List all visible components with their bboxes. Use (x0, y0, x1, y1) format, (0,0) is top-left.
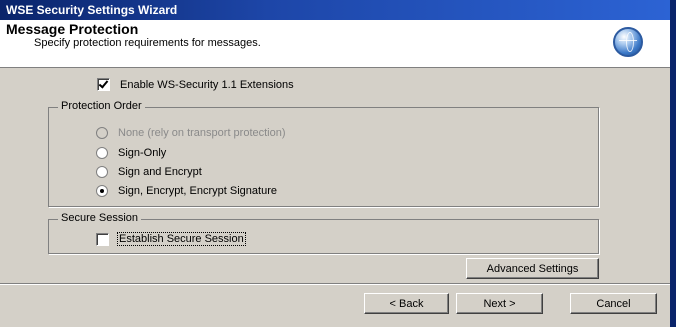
page-subtitle: Specify protection requirements for mess… (34, 37, 261, 49)
enable-ws11-checkbox-row[interactable]: Enable WS-Security 1.1 Extensions (97, 78, 294, 91)
radio-sign-and-encrypt-label: Sign and Encrypt (118, 166, 202, 178)
window-title: WSE Security Settings Wizard (6, 3, 178, 17)
radio-sign-and-encrypt[interactable]: Sign and Encrypt (96, 166, 202, 178)
establish-session-checkbox[interactable] (96, 232, 109, 246)
cancel-button[interactable]: Cancel (570, 293, 657, 314)
radio-sign-encrypt-signature[interactable]: Sign, Encrypt, Encrypt Signature (96, 185, 277, 197)
radio-none-button (96, 127, 108, 139)
radio-sign-encrypt-signature-label: Sign, Encrypt, Encrypt Signature (118, 185, 277, 197)
next-button[interactable]: Next > (456, 293, 543, 314)
enable-ws11-label: Enable WS-Security 1.1 Extensions (120, 78, 294, 91)
secure-session-group: Secure Session Establish Secure Session (48, 212, 599, 254)
establish-session-label: Establish Secure Session (117, 232, 246, 246)
radio-sign-and-encrypt-button[interactable] (96, 166, 108, 178)
radio-sign-only[interactable]: Sign-Only (96, 147, 166, 159)
window-edge (670, 0, 676, 327)
protection-order-group: Protection Order None (rely on transport… (48, 100, 599, 207)
title-bar: WSE Security Settings Wizard (0, 0, 670, 20)
back-button[interactable]: < Back (364, 293, 449, 314)
radio-none: None (rely on transport protection) (96, 127, 286, 139)
secure-session-legend: Secure Session (58, 212, 142, 224)
radio-sign-only-button[interactable] (96, 147, 108, 159)
protection-order-legend: Protection Order (58, 100, 145, 112)
radio-none-label: None (rely on transport protection) (118, 127, 286, 139)
globe-icon (613, 27, 643, 57)
wizard-header: Message Protection Specify protection re… (0, 20, 670, 68)
enable-ws11-checkbox[interactable] (97, 78, 110, 91)
advanced-settings-button[interactable]: Advanced Settings (466, 258, 599, 279)
footer-separator (0, 283, 670, 285)
page-title: Message Protection (6, 21, 139, 37)
radio-sign-encrypt-signature-button[interactable] (96, 185, 108, 197)
radio-sign-only-label: Sign-Only (118, 147, 167, 159)
establish-session-checkbox-row[interactable]: Establish Secure Session (96, 232, 246, 246)
